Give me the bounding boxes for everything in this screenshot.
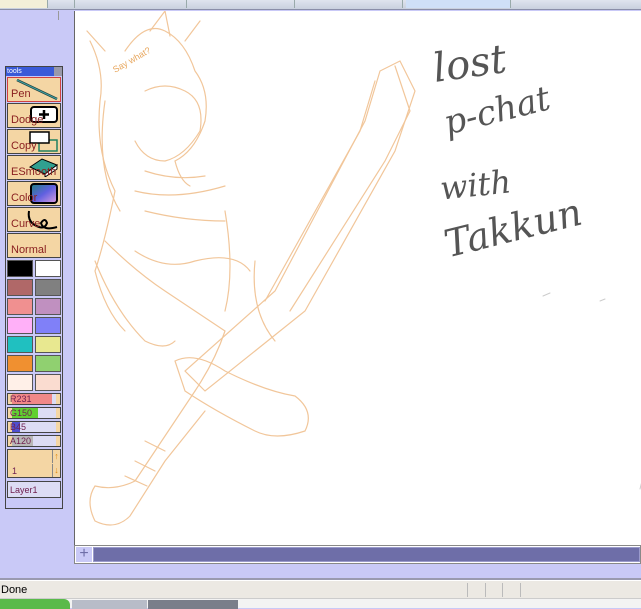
slider-label: A120 [10, 436, 32, 446]
tab[interactable] [50, 0, 75, 8]
tool-curve[interactable]: Curve [7, 207, 61, 232]
horizontal-scrollbar[interactable]: + [74, 545, 641, 564]
arrow-down-icon[interactable]: ↓ [52, 464, 60, 477]
tab[interactable] [298, 0, 403, 8]
blend-mode-normal[interactable]: Normal [7, 233, 61, 258]
taskbar [0, 598, 641, 609]
slider-label: R231 [10, 394, 32, 404]
scrollbar-thumb[interactable] [93, 547, 640, 562]
tool-label: Copy [11, 140, 37, 152]
swatch-row [7, 260, 61, 277]
color-sliders: R231 G150 B45 A120 [6, 393, 62, 447]
tool-dodge[interactable]: Dodge [7, 103, 61, 128]
status-text: Done [1, 584, 28, 596]
color-swatches [6, 260, 62, 391]
palette-title-bar[interactable]: tools [6, 67, 62, 76]
tool-label: Dodge [11, 114, 44, 126]
handwriting-line: with [438, 162, 513, 208]
sketch-caption: Say what? [111, 45, 152, 75]
close-icon[interactable] [54, 67, 62, 76]
color-swatch[interactable] [35, 355, 61, 372]
browser-tab-strip [0, 0, 641, 10]
slider-label: B45 [10, 422, 27, 432]
color-swatch[interactable] [7, 336, 33, 353]
color-swatch[interactable] [7, 260, 33, 277]
arrow-up-icon[interactable]: ↑ [52, 450, 60, 463]
swatch-row [7, 317, 61, 334]
sketch-strokes [86, 11, 416, 526]
sketch: Say what? [86, 11, 641, 526]
color-swatch[interactable] [7, 279, 33, 296]
swatch-row [7, 336, 61, 353]
layer-number: 1 [12, 466, 18, 476]
layer-selector[interactable]: 1 ↑ ↓ [7, 449, 61, 478]
color-swatch[interactable] [35, 374, 61, 391]
tool-label: Pen [11, 88, 31, 100]
tool-copy[interactable]: Copy [7, 129, 61, 154]
color-swatch[interactable] [35, 336, 61, 353]
layer-name[interactable]: Layer1 [7, 481, 61, 498]
swatch-row [7, 355, 61, 372]
status-bar: Done [0, 580, 641, 598]
swatch-row [7, 298, 61, 315]
tab[interactable] [0, 0, 48, 8]
color-slider[interactable]: A120 [7, 435, 61, 447]
swatch-row [7, 374, 61, 391]
color-slider[interactable]: R231 [7, 393, 61, 405]
color-swatch[interactable] [35, 260, 61, 277]
palette-title: tools [7, 68, 22, 75]
tab[interactable] [77, 0, 187, 8]
color-swatch[interactable] [35, 279, 61, 296]
color-slider[interactable]: G150 [7, 407, 61, 419]
color-swatch[interactable] [7, 374, 33, 391]
tool-label: ESmooth [11, 166, 57, 178]
tool-esmooth[interactable]: ESmooth [7, 155, 61, 180]
zoom-plus-button[interactable]: + [76, 546, 92, 562]
color-swatch[interactable] [35, 298, 61, 315]
tool-label: Color [11, 192, 38, 204]
slider-label: G150 [10, 408, 33, 418]
color-swatch[interactable] [7, 355, 33, 372]
tool-color[interactable]: Color [7, 181, 61, 206]
panel-header [0, 11, 59, 20]
tool-label: Curve [11, 218, 41, 230]
drawing-canvas[interactable]: Say what? lost p-chat with Takkun [74, 11, 641, 545]
tool-label: Normal [11, 244, 47, 256]
tab[interactable] [406, 0, 511, 8]
tab[interactable] [190, 0, 295, 8]
color-swatch[interactable] [7, 317, 33, 334]
color-swatch[interactable] [35, 317, 61, 334]
tool-pen[interactable]: Pen [7, 77, 61, 102]
color-slider[interactable]: B45 [7, 421, 61, 433]
tools-palette: tools Pen Dodge Copy ESmooth Color Curve… [5, 66, 63, 509]
color-swatch[interactable] [7, 298, 33, 315]
swatch-row [7, 279, 61, 296]
